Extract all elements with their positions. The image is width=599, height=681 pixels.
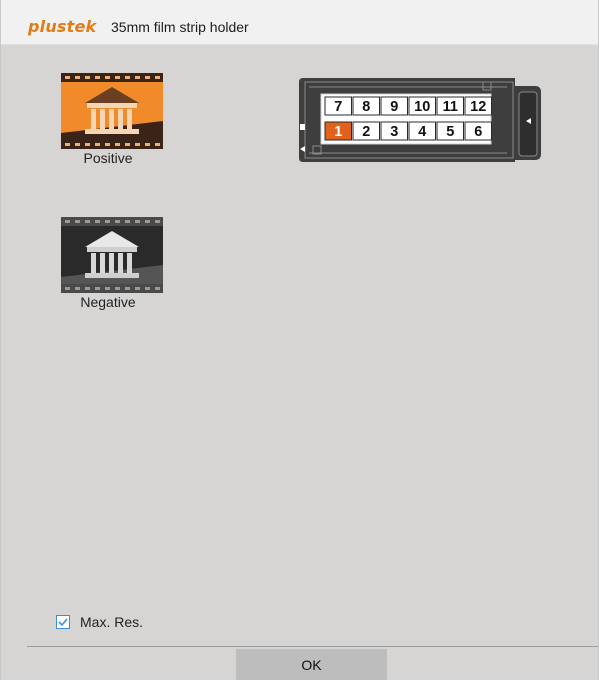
frame-3[interactable]: 3	[380, 121, 408, 141]
negative-label: Negative	[80, 294, 136, 310]
film-holder-diagram: 7 8 9 10 11 12 123456	[299, 78, 541, 162]
max-res-option[interactable]: Max. Res.	[56, 613, 143, 631]
frame-label: 6	[474, 124, 482, 140]
frame-label: 3	[390, 124, 398, 140]
frame-label: 5	[446, 124, 454, 140]
positive-label: Positive	[83, 150, 133, 166]
dialog-window: plustek 35mm film strip holder Positive	[0, 0, 599, 680]
frame-7[interactable]: 7	[324, 96, 352, 116]
frame-label: 10	[414, 99, 430, 115]
frame-label: 2	[362, 124, 370, 140]
negative-film-icon	[61, 217, 163, 293]
frame-4[interactable]: 4	[408, 121, 436, 141]
window-title: 35mm film strip holder	[111, 19, 249, 35]
frame-2[interactable]: 2	[352, 121, 380, 141]
film-type-positive[interactable]: Positive	[61, 73, 171, 166]
frame-label: 7	[334, 99, 342, 115]
frame-5[interactable]: 5	[436, 121, 464, 141]
frame-label: 4	[418, 124, 426, 140]
brand-logo: plustek	[28, 17, 97, 36]
film-type-negative[interactable]: Negative	[61, 217, 171, 310]
frame-6[interactable]: 6	[464, 121, 492, 141]
max-res-label: Max. Res.	[80, 614, 144, 630]
check-icon	[58, 618, 68, 627]
frame-11[interactable]: 11	[436, 96, 464, 116]
positive-film-icon	[61, 73, 163, 149]
frame-label: 1	[334, 124, 342, 140]
frame-label: 8	[362, 99, 370, 115]
frame-8[interactable]: 8	[352, 96, 380, 116]
frame-label: 9	[390, 99, 398, 115]
frame-label: 12	[470, 99, 486, 115]
frame-label: 11	[443, 99, 458, 115]
frame-1[interactable]: 1	[324, 121, 352, 141]
footer-divider	[27, 646, 598, 647]
max-res-checkbox[interactable]	[56, 615, 70, 629]
ok-button[interactable]: OK	[236, 649, 387, 680]
frame-12[interactable]: 12	[464, 96, 492, 116]
frame-9[interactable]: 9	[380, 96, 408, 116]
title-bar: plustek 35mm film strip holder	[1, 0, 598, 45]
frame-10[interactable]: 10	[408, 96, 436, 116]
